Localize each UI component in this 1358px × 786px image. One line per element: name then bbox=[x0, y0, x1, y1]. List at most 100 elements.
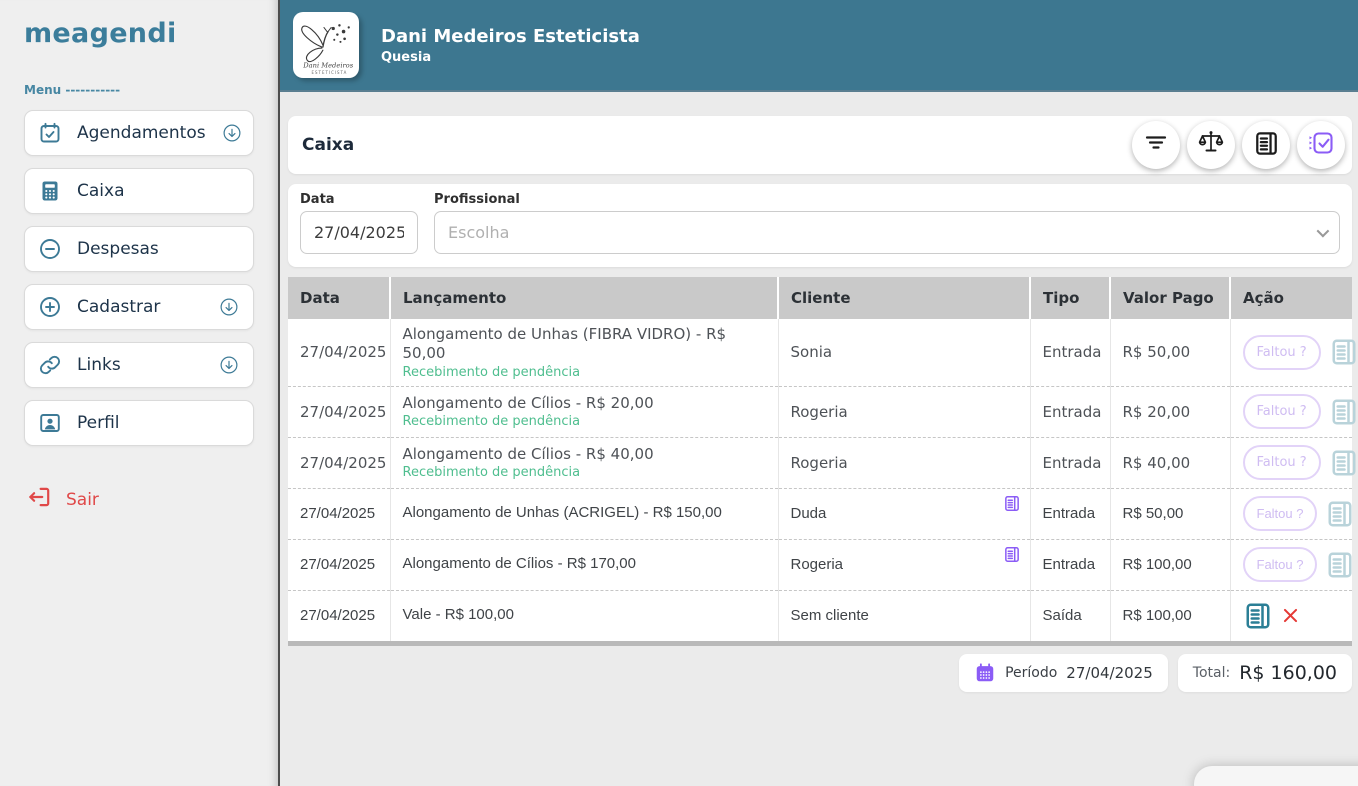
sidebar-item-label: Agendamentos bbox=[77, 123, 206, 143]
receipt-icon[interactable] bbox=[1325, 499, 1355, 529]
checklist-icon bbox=[1307, 129, 1335, 161]
menu-section-label: Menu ----------- bbox=[24, 83, 254, 97]
butterfly-logo-icon bbox=[295, 14, 357, 76]
cell-paid: R$ 50,00 bbox=[1110, 319, 1230, 386]
scale-icon bbox=[1197, 129, 1225, 161]
col-header-data: Data bbox=[288, 277, 390, 319]
cell-entry: Alongamento de Unhas (ACRIGEL) - R$ 150,… bbox=[390, 488, 778, 539]
filter-icon bbox=[1142, 129, 1170, 161]
date-input[interactable] bbox=[300, 211, 418, 254]
chevron-down-circle-icon[interactable] bbox=[221, 122, 243, 144]
minus-circle-icon bbox=[38, 237, 62, 261]
chevron-down-icon bbox=[1317, 225, 1330, 238]
chevron-down-circle-icon[interactable] bbox=[218, 296, 240, 318]
entry-note: Recebimento de pendência bbox=[403, 414, 766, 429]
avatar bbox=[293, 12, 359, 78]
checklist-button[interactable] bbox=[1297, 121, 1345, 169]
brand-logo: meagendi bbox=[24, 18, 254, 49]
cell-type: Entrada bbox=[1030, 488, 1110, 539]
professional-select[interactable]: Escolha bbox=[434, 211, 1340, 254]
table-row: 27/04/2025 Vale - R$ 100,00 Sem cliente … bbox=[288, 590, 1352, 641]
cell-paid: R$ 40,00 bbox=[1110, 437, 1230, 488]
cell-client: Rogeria bbox=[778, 539, 1030, 590]
logout-label: Sair bbox=[66, 490, 99, 510]
professional-field-group: Profissional Escolha bbox=[434, 192, 1340, 254]
client-note-icon[interactable] bbox=[1003, 545, 1021, 568]
col-header-tipo: Tipo bbox=[1030, 277, 1110, 319]
page-title: Caixa bbox=[302, 135, 354, 155]
sidebar-item-despesas[interactable]: Despesas bbox=[24, 226, 254, 272]
faltou-button[interactable]: Faltou ? bbox=[1243, 547, 1318, 582]
cell-type: Entrada bbox=[1030, 437, 1110, 488]
logout-icon bbox=[26, 484, 52, 515]
panel-header: Caixa bbox=[288, 116, 1352, 174]
cell-actions: Faltou ? bbox=[1230, 319, 1352, 386]
faltou-button[interactable]: Faltou ? bbox=[1243, 335, 1321, 370]
balance-button[interactable] bbox=[1187, 121, 1235, 169]
sidebar-item-label: Caixa bbox=[77, 181, 125, 201]
cell-client: Rogeria bbox=[778, 386, 1030, 437]
cell-type: Entrada bbox=[1030, 539, 1110, 590]
header-text: Dani Medeiros Esteticista Quesia bbox=[381, 26, 640, 65]
receipt-icon[interactable] bbox=[1325, 550, 1355, 580]
filter-button[interactable] bbox=[1132, 121, 1180, 169]
faltou-button[interactable]: Faltou ? bbox=[1243, 394, 1321, 429]
faltou-button[interactable]: Faltou ? bbox=[1243, 496, 1318, 531]
sidebar: meagendi Menu ----------- Agendamentos C… bbox=[0, 0, 280, 786]
table-header-row: Data Lançamento Cliente Tipo Valor Pago … bbox=[288, 277, 1352, 319]
entry-note: Recebimento de pendência bbox=[403, 465, 766, 480]
faltou-button[interactable]: Faltou ? bbox=[1243, 445, 1321, 480]
cell-date: 27/04/2025 bbox=[288, 319, 390, 386]
client-note-icon[interactable] bbox=[1003, 494, 1021, 517]
app-root: meagendi Menu ----------- Agendamentos C… bbox=[0, 0, 1358, 786]
delete-icon[interactable] bbox=[1281, 606, 1300, 625]
cell-actions: Faltou ? bbox=[1230, 488, 1352, 539]
cash-table: Data Lançamento Cliente Tipo Valor Pago … bbox=[288, 277, 1352, 641]
period-value: 27/04/2025 bbox=[1066, 664, 1152, 682]
chevron-down-circle-icon[interactable] bbox=[218, 354, 240, 376]
sidebar-item-perfil[interactable]: Perfil bbox=[24, 400, 254, 446]
link-icon bbox=[38, 353, 62, 377]
cell-client: Sem cliente bbox=[778, 590, 1030, 641]
sidebar-item-caixa[interactable]: Caixa bbox=[24, 168, 254, 214]
profile-card-icon bbox=[38, 411, 62, 435]
main-area: Dani Medeiros Esteticista Quesia Caixa bbox=[280, 0, 1358, 786]
toolbar bbox=[1132, 121, 1345, 169]
cell-entry: Vale - R$ 100,00 bbox=[390, 590, 778, 641]
entry-text: Alongamento de Cílios - R$ 40,00 bbox=[403, 445, 766, 464]
sidebar-item-label: Links bbox=[77, 355, 121, 375]
sidebar-item-links[interactable]: Links bbox=[24, 342, 254, 388]
table-row: 27/04/2025 Alongamento de Cílios - R$ 17… bbox=[288, 539, 1352, 590]
receipt-icon[interactable] bbox=[1329, 337, 1358, 367]
content: Caixa bbox=[280, 116, 1358, 692]
receipt-icon[interactable] bbox=[1329, 397, 1358, 427]
total-card: Total: R$ 160,00 bbox=[1178, 654, 1352, 692]
cell-actions: Faltou ? bbox=[1230, 539, 1352, 590]
cash-table-wrap: Data Lançamento Cliente Tipo Valor Pago … bbox=[288, 277, 1352, 646]
professional-select-placeholder: Escolha bbox=[448, 223, 509, 242]
report-button[interactable] bbox=[1242, 121, 1290, 169]
logout-button[interactable]: Sair bbox=[24, 484, 254, 515]
cell-date: 27/04/2025 bbox=[288, 386, 390, 437]
cell-date: 27/04/2025 bbox=[288, 590, 390, 641]
date-field-group: Data bbox=[300, 192, 418, 254]
cell-actions: Faltou ? bbox=[1230, 437, 1352, 488]
professional-label: Profissional bbox=[434, 192, 1340, 207]
sidebar-item-label: Despesas bbox=[77, 239, 159, 259]
user-name: Quesia bbox=[381, 50, 640, 65]
cell-type: Entrada bbox=[1030, 386, 1110, 437]
entry-text: Alongamento de Cílios - R$ 20,00 bbox=[403, 394, 766, 413]
cell-entry: Alongamento de Cílios - R$ 20,00 Recebim… bbox=[390, 386, 778, 437]
period-card: Período 27/04/2025 bbox=[959, 654, 1168, 692]
corner-widget bbox=[1194, 766, 1358, 786]
sidebar-item-cadastrar[interactable]: Cadastrar bbox=[24, 284, 254, 330]
calendar-icon bbox=[974, 662, 996, 684]
cell-actions bbox=[1230, 590, 1352, 641]
business-title: Dani Medeiros Esteticista bbox=[381, 26, 640, 47]
receipt-icon[interactable] bbox=[1329, 448, 1358, 478]
summary-row: Período 27/04/2025 Total: R$ 160,00 bbox=[288, 654, 1352, 692]
journal-icon bbox=[1253, 130, 1280, 161]
receipt-icon[interactable] bbox=[1243, 601, 1273, 631]
sidebar-item-agendamentos[interactable]: Agendamentos bbox=[24, 110, 254, 156]
cell-client: Duda bbox=[778, 488, 1030, 539]
